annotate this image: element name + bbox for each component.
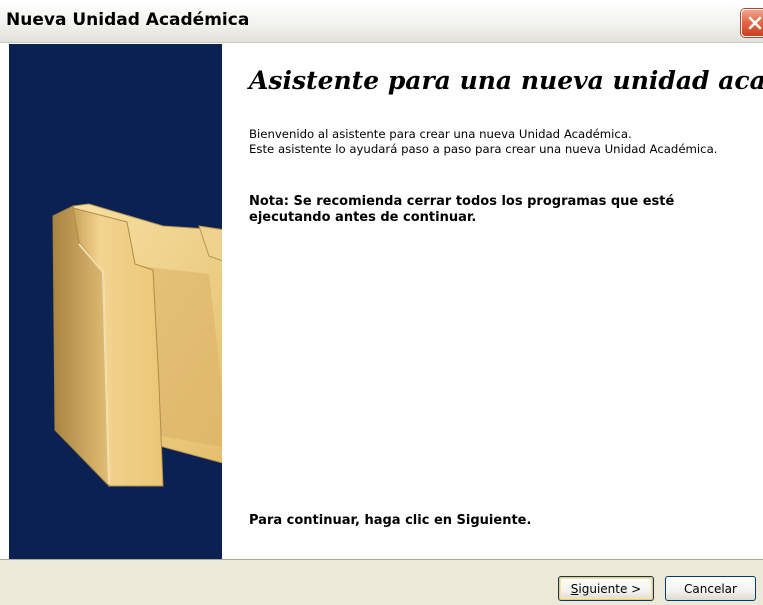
close-button[interactable]	[741, 9, 763, 37]
window-title: Nueva Unidad Académica	[6, 10, 250, 30]
wizard-window: Nueva Unidad Académica Asistente para un…	[0, 0, 763, 605]
intro-text: Bienvenido al asistente para crear una n…	[249, 127, 717, 157]
continue-hint: Para continuar, haga clic en Siguiente.	[249, 513, 532, 528]
close-icon	[748, 16, 762, 30]
cancel-button[interactable]: Cancelar	[665, 576, 756, 601]
note-text: Nota: Se recomienda cerrar todos los pro…	[249, 194, 675, 225]
wizard-heading: Asistente para una nueva unidad académic…	[249, 66, 763, 95]
intro-line-1: Bienvenido al asistente para crear una n…	[249, 127, 632, 141]
next-label: iguiente >	[578, 582, 642, 596]
next-button[interactable]: Siguiente >	[558, 576, 654, 601]
wizard-content: Asistente para una nueva unidad académic…	[222, 44, 763, 559]
intro-line-2: Este asistente lo ayudará paso a paso pa…	[249, 142, 718, 156]
title-bar[interactable]: Nueva Unidad Académica	[0, 0, 763, 43]
button-bar: Siguiente > Cancelar	[0, 559, 763, 605]
side-banner	[9, 44, 279, 559]
